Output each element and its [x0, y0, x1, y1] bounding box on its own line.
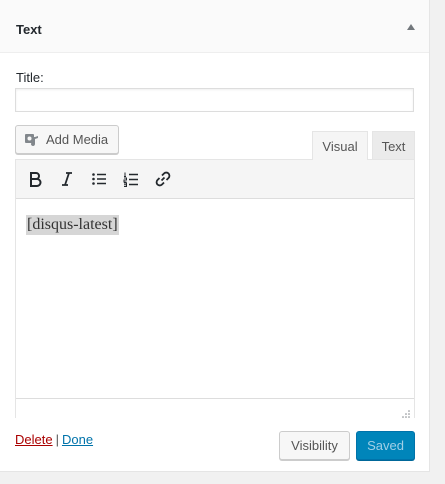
numbered-list-icon[interactable]: [118, 166, 144, 192]
title-input[interactable]: [15, 88, 414, 112]
bulleted-list-icon[interactable]: [86, 166, 112, 192]
save-button[interactable]: Saved: [356, 431, 415, 460]
delete-link[interactable]: Delete: [15, 432, 53, 447]
add-media-label: Add Media: [46, 132, 109, 147]
editor-toolbar: [16, 160, 414, 199]
shortcode-text: [disqus-latest]: [26, 215, 119, 235]
bold-icon[interactable]: [22, 166, 48, 192]
collapse-arrow-icon[interactable]: [407, 24, 415, 30]
done-link[interactable]: Done: [62, 432, 93, 447]
widget-title: Text: [16, 22, 42, 37]
media-icon: [24, 132, 40, 148]
tab-visual[interactable]: Visual: [312, 131, 368, 160]
text-widget: Text Title: Add Media Visual Text [disqu…: [0, 0, 430, 472]
actions-separator: |: [55, 432, 59, 447]
resize-handle-icon[interactable]: [401, 406, 411, 418]
editor: [disqus-latest]: [15, 159, 415, 419]
editor-statusbar: [16, 398, 414, 419]
visibility-button[interactable]: Visibility: [279, 431, 350, 460]
italic-icon[interactable]: [54, 166, 80, 192]
widget-header[interactable]: Text: [0, 0, 429, 53]
editor-content[interactable]: [disqus-latest]: [16, 199, 414, 398]
link-icon[interactable]: [150, 166, 176, 192]
tab-text[interactable]: Text: [372, 131, 415, 160]
title-label: Title:: [16, 70, 44, 85]
widget-control-actions: Delete | Done: [15, 432, 93, 447]
add-media-button[interactable]: Add Media: [15, 125, 119, 154]
